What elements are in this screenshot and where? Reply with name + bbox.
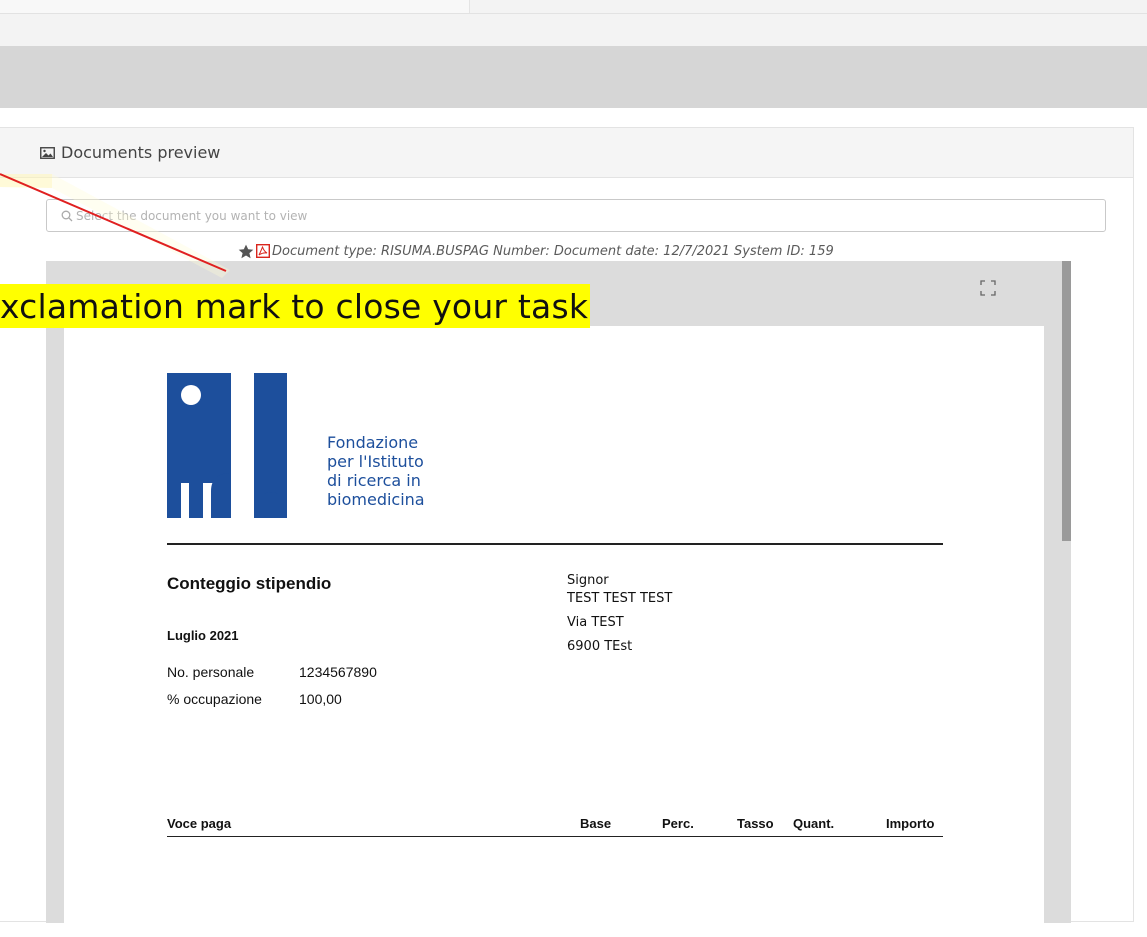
header-band-notch [0, 104, 236, 108]
table-header-amount: Importo [886, 816, 935, 831]
table-header-base: Base [580, 816, 612, 831]
logo-text-line: Fondazione [327, 433, 419, 452]
table-header-perc: Perc. [662, 816, 694, 831]
viewer-scrollbar[interactable] [1062, 261, 1071, 923]
table-header-item: Voce paga [167, 816, 232, 831]
field-value: 1234567890 [299, 664, 377, 680]
header-band [0, 46, 1147, 108]
address-block: Signor TEST TEST TEST Via TEST 6900 TEst [567, 572, 672, 656]
viewer-scrollbar-thumb[interactable] [1062, 261, 1071, 541]
image-icon [40, 146, 55, 159]
irb-logo [167, 373, 287, 518]
field-value: 100,00 [299, 691, 342, 707]
field-label: No. personale [167, 664, 255, 680]
annotation-callout: xclamation mark to close your task [0, 284, 591, 328]
document-select[interactable] [46, 199, 1106, 232]
document-page: Fondazione per l'Istituto di ricerca in … [64, 326, 1044, 923]
panel-title: Documents preview [61, 143, 221, 162]
document-info: Document type: RISUMA.BUSPAG Number: Doc… [238, 241, 834, 261]
document-info-text: Document type: RISUMA.BUSPAG Number: Doc… [272, 243, 834, 259]
pdf-viewer[interactable]: Fondazione per l'Istituto di ricerca in … [46, 261, 1071, 923]
documents-preview-panel: Documents preview Document type: RISUMA.… [0, 127, 1134, 923]
address-salutation: Signor [567, 573, 609, 588]
panel-header: Documents preview [0, 128, 1133, 178]
table-header-qty: Quant. [793, 816, 835, 831]
star-icon[interactable] [238, 244, 254, 259]
address-city: 6900 TEst [567, 639, 633, 654]
address-street: Via TEST [567, 615, 624, 630]
field-label: % occupazione [167, 691, 262, 707]
table-header-rule [167, 836, 943, 837]
search-icon [61, 210, 73, 221]
annotation-text: xclamation mark to close your task [0, 286, 589, 326]
address-name: TEST TEST TEST [567, 591, 673, 606]
header-rule [167, 543, 943, 545]
field-row: No. personale 1234567890 [167, 664, 377, 680]
fullscreen-icon[interactable] [979, 279, 997, 297]
document-select-input[interactable] [76, 208, 976, 223]
table-header-rate: Tasso [737, 816, 774, 831]
logo-text: Fondazione per l'Istituto di ricerca in … [327, 433, 425, 509]
logo-text-line: per l'Istituto [327, 452, 424, 471]
document-title: Conteggio stipendio [167, 574, 332, 593]
top-tab[interactable] [0, 0, 470, 13]
top-divider [0, 13, 1147, 14]
logo-text-line: di ricerca in [327, 471, 421, 490]
field-row: % occupazione 100,00 [167, 691, 342, 707]
logo-text-line: biomedicina [327, 490, 425, 509]
document-month: Luglio 2021 [167, 628, 239, 643]
pdf-icon[interactable] [256, 244, 270, 258]
